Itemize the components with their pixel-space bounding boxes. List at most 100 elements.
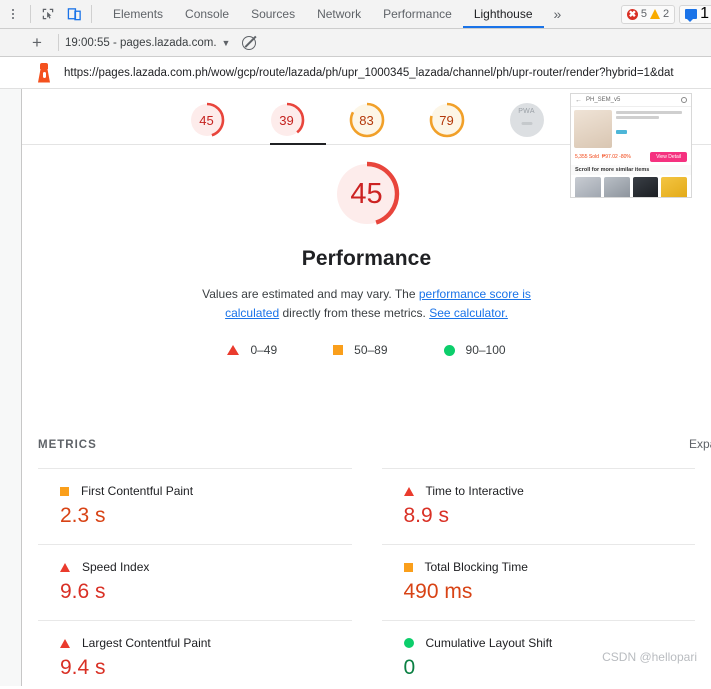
circle-green-icon (443, 344, 455, 356)
lighthouse-report: 45 39 83 79 PWA 45 Performance Values ar… (0, 89, 711, 686)
error-icon: ✖ (626, 8, 638, 20)
score-description: Values are estimated and may vary. The p… (197, 285, 537, 323)
audited-url: https://pages.lazada.com.ph/wow/gcp/rout… (64, 66, 674, 79)
more-tabs-icon[interactable]: » (544, 0, 572, 28)
report-content: 45 39 83 79 PWA 45 Performance Values ar… (22, 89, 711, 686)
new-audit-button[interactable]: + (22, 34, 52, 51)
gauge-pwa-dash-icon (521, 122, 532, 125)
devtools-status-badges: ✖ 5 2 1 (620, 0, 711, 28)
tab-elements[interactable]: Elements (102, 0, 174, 28)
expand-view-button[interactable]: Expan (689, 437, 711, 451)
thumbnail-grid-item (575, 177, 601, 197)
metric-label: Total Blocking Time (424, 560, 528, 574)
metric-first-contentful-paint[interactable]: First Contentful Paint 2.3 s (38, 468, 352, 544)
toolbar-divider-3 (58, 34, 59, 51)
score-legend: 0–49 50–89 90–100 (22, 343, 711, 357)
gauge-best-practices-value: 83 (359, 112, 374, 128)
gauge-pwa[interactable]: PWA (506, 99, 548, 141)
triangle-red-icon (60, 562, 70, 572)
square-orange-icon (333, 345, 344, 355)
metric-speed-index[interactable]: Speed Index 9.6 s (38, 544, 352, 620)
tab-network[interactable]: Network (306, 0, 372, 28)
metric-largest-contentful-paint[interactable]: Largest Contentful Paint 9.4 s (38, 620, 352, 686)
legend-label-good: 90–100 (465, 343, 506, 357)
warning-count: 2 (662, 8, 670, 20)
watermark: CSDN @hellopari (602, 650, 697, 664)
triangle-red-icon (227, 345, 240, 355)
metric-value: 490 ms (403, 580, 473, 603)
metric-value: 9.4 s (60, 656, 106, 679)
thumbnail-title: PH_SEM_v5 (586, 97, 621, 103)
gauge-pwa-label: PWA (518, 108, 535, 115)
performance-score-gauge: 45 (328, 155, 406, 233)
score-description-text-2: directly from these metrics. (279, 306, 430, 320)
metrics-section: METRICS Expan First Contentful Paint 2.3… (22, 437, 711, 686)
clear-all-icon[interactable] (242, 35, 257, 50)
back-arrow-icon: ← (575, 96, 582, 104)
tab-performance[interactable]: Performance (372, 0, 463, 28)
tab-sources[interactable]: Sources (240, 0, 306, 28)
device-toolbar-icon[interactable] (61, 0, 87, 28)
devtools-panel-tabs: Elements Console Sources Network Perform… (102, 0, 571, 28)
toolbar-divider-2 (91, 5, 92, 23)
legend-item-poor: 0–49 (227, 343, 277, 357)
gauge-best-practices[interactable]: 83 (346, 99, 388, 141)
metric-value: 8.9 s (403, 504, 450, 527)
thumbnail-grid-item (661, 177, 687, 197)
message-count: 1 (700, 5, 709, 22)
triangle-red-icon (403, 486, 414, 496)
see-calculator-link[interactable]: See calculator. (429, 306, 508, 320)
gauge-seo-value: 79 (439, 112, 454, 128)
thumbnail-grid-item (632, 177, 659, 197)
legend-label-average: 50–89 (354, 343, 388, 357)
thumbnail-similar-grid (571, 175, 691, 197)
triangle-red-icon (60, 638, 70, 648)
devtools-toolbar: Elements Console Sources Network Perform… (0, 0, 711, 29)
report-url-bar: https://pages.lazada.com.ph/wow/gcp/rout… (0, 57, 711, 89)
circle-green-icon (403, 638, 414, 648)
thumbnail-grid-item (603, 177, 630, 197)
inspect-element-icon[interactable] (35, 0, 61, 28)
page-screenshot-thumbnail: ← PH_SEM_v5 5,355 Sold ₱97.02 -80% View … (570, 93, 692, 198)
metrics-header: METRICS Expan (38, 437, 711, 451)
metric-label: Largest Contentful Paint (82, 636, 211, 650)
thumbnail-section-similar: Scroll for more similar items (571, 165, 691, 175)
square-orange-icon (403, 562, 413, 572)
metrics-section-label: METRICS (38, 439, 97, 451)
message-icon (685, 9, 698, 22)
thumbnail-product-card (571, 107, 691, 151)
legend-item-average: 50–89 (333, 343, 388, 357)
warning-icon (649, 9, 660, 19)
run-selector-label: 19:00:55 - pages.lazada.com. (65, 36, 217, 49)
search-icon (681, 97, 687, 103)
tab-console[interactable]: Console (174, 0, 240, 28)
metric-label: Speed Index (82, 560, 150, 574)
thumbnail-price: ₱97.02 -80% (601, 154, 631, 160)
thumbnail-badge (616, 130, 627, 134)
lighthouse-toolbar: + 19:00:55 - pages.lazada.com. ▼ (0, 29, 711, 57)
messages-badge[interactable]: 1 (679, 4, 711, 24)
issues-badge-group[interactable]: ✖ 5 2 (620, 4, 676, 24)
gauge-seo[interactable]: 79 (426, 99, 468, 141)
metric-label: Cumulative Layout Shift (425, 636, 553, 650)
run-selector-dropdown[interactable]: 19:00:55 - pages.lazada.com. ▼ (65, 37, 230, 49)
kebab-menu-icon[interactable] (0, 0, 26, 28)
gauge-performance[interactable]: 45 (186, 99, 228, 141)
square-orange-icon (60, 486, 69, 496)
metric-time-to-interactive[interactable]: Time to Interactive 8.9 s (381, 468, 695, 544)
error-count: 5 (640, 8, 647, 20)
metric-value: 2.3 s (60, 504, 106, 527)
chevron-down-icon: ▼ (221, 37, 231, 48)
tab-lighthouse[interactable]: Lighthouse (462, 0, 544, 28)
page-title: Performance (301, 247, 432, 270)
toolbar-divider (30, 5, 31, 23)
metric-total-blocking-time[interactable]: Total Blocking Time 490 ms (381, 544, 695, 620)
thumbnail-product-image (574, 110, 612, 148)
thumbnail-sold: 5,355 Sold (575, 154, 599, 160)
gauge-accessibility[interactable]: 39 (266, 99, 308, 141)
thumbnail-header: ← PH_SEM_v5 (571, 94, 691, 107)
score-description-text-1: Values are estimated and may vary. The (202, 287, 419, 301)
metrics-grid: First Contentful Paint 2.3 s Time to Int… (38, 468, 695, 686)
metric-value: 9.6 s (60, 580, 106, 603)
performance-score-value: 45 (350, 177, 383, 210)
